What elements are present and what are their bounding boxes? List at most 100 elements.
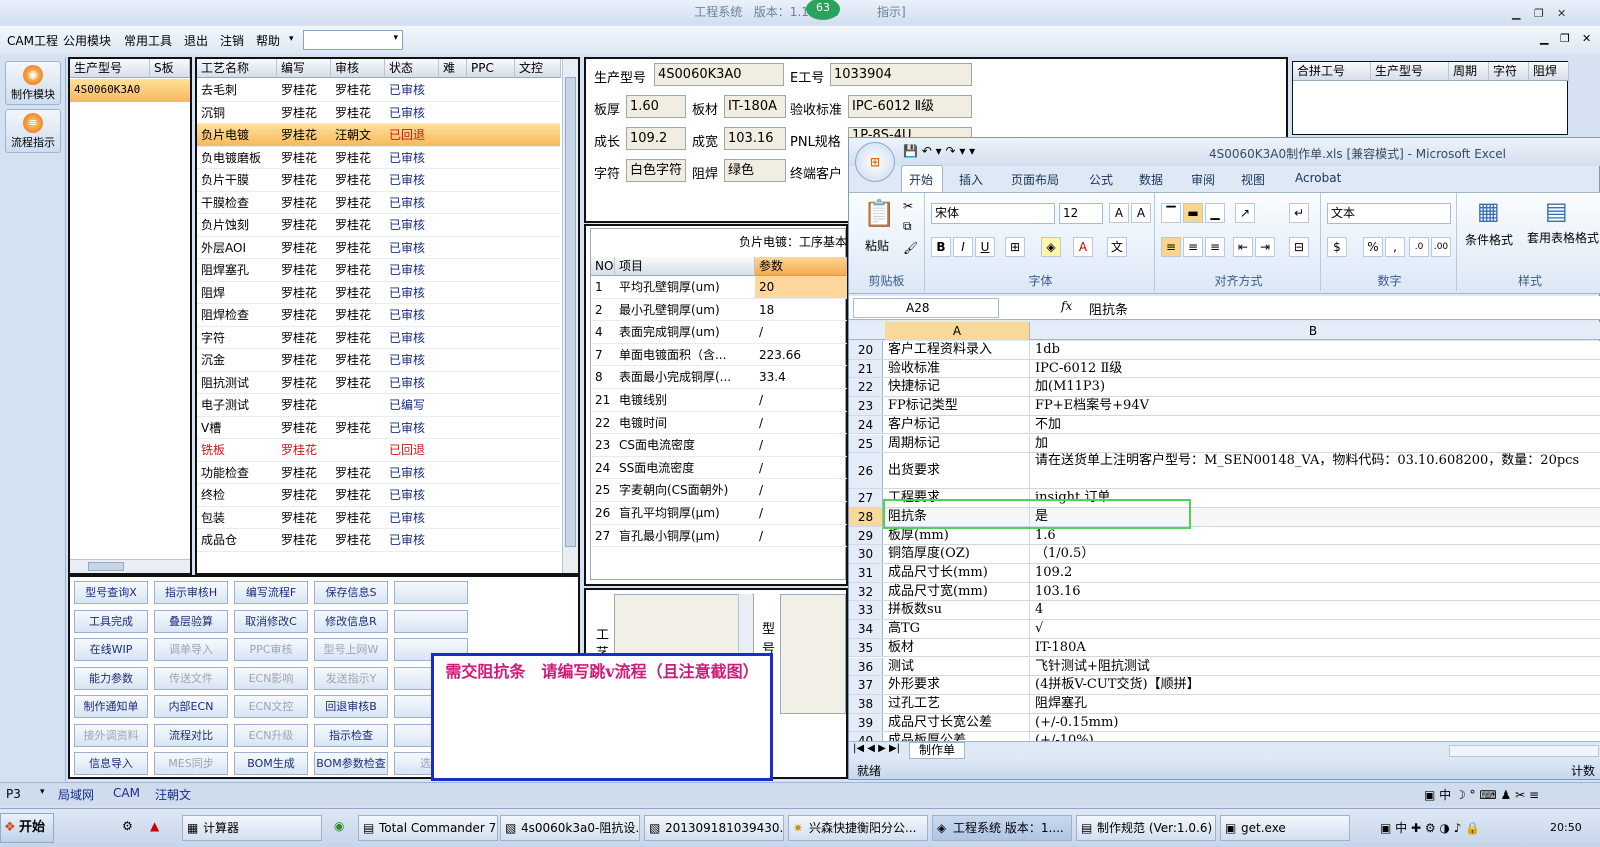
paste-icon[interactable]: 📋 bbox=[863, 199, 895, 229]
status-lan[interactable]: 局域网 bbox=[58, 786, 94, 803]
row-number[interactable]: 31 bbox=[849, 564, 883, 582]
conditional-format-label[interactable]: 条件格式 bbox=[1465, 231, 1513, 248]
border-icon[interactable]: ⊞ bbox=[1005, 237, 1025, 257]
quick-access-icons[interactable]: 💾 ↶ ▾ ↷ ▾ ▾ bbox=[903, 144, 975, 158]
cell-b[interactable]: FP+E档案号+94V bbox=[1033, 397, 1593, 415]
cell-b[interactable]: (+/-0.15mm) bbox=[1033, 714, 1593, 732]
sheet-row[interactable]: 40成品板厚公差(+/-10%) bbox=[849, 732, 1600, 741]
row-number[interactable]: 38 bbox=[849, 694, 883, 713]
browser-icon[interactable]: ◉ bbox=[334, 819, 344, 833]
mdi-restore-icon[interactable]: ❐ bbox=[1560, 32, 1570, 45]
param-row[interactable]: 21 电镀线别 / bbox=[591, 389, 847, 412]
mdi-close-icon[interactable]: ✕ bbox=[1582, 32, 1591, 45]
sheet-row[interactable]: 33 拼板数su 4 bbox=[849, 601, 1600, 621]
width-field[interactable]: 103.16 bbox=[724, 127, 786, 150]
task-getexe[interactable]: ▣ get.exe bbox=[1220, 815, 1350, 841]
start-button[interactable]: ❖ 开始 bbox=[0, 813, 54, 843]
cell-a[interactable]: 铜箔厚度(OZ) bbox=[885, 545, 1030, 563]
row-number[interactable]: 40 bbox=[849, 732, 883, 741]
decrease-decimal-icon[interactable]: .00 bbox=[1431, 237, 1451, 257]
close-icon[interactable]: ✕ bbox=[1557, 2, 1566, 26]
quicklaunch-icon[interactable]: ⚙ bbox=[122, 819, 133, 833]
row-number[interactable]: 36 bbox=[849, 657, 883, 676]
tab-layout[interactable]: 页面布局 bbox=[1011, 171, 1059, 188]
number-format-select[interactable]: 文本 bbox=[1327, 203, 1451, 224]
cell-a[interactable]: 出货要求 bbox=[885, 453, 1030, 489]
row-number[interactable]: 33 bbox=[849, 601, 883, 620]
cell-a[interactable]: 快捷标记 bbox=[885, 378, 1030, 397]
header-item[interactable]: 项目 bbox=[615, 257, 755, 276]
vertical-scrollbar[interactable] bbox=[562, 59, 578, 573]
table-row[interactable]: 沉金 罗桂花 罗桂花 已审核 bbox=[197, 349, 560, 372]
sheet-row[interactable]: 32 成品尺寸宽(mm) 103.16 bbox=[849, 582, 1600, 602]
table-row[interactable]: 去毛刺 罗桂花 罗桂花 已审核 bbox=[197, 79, 560, 102]
wrap-text-icon[interactable]: ↵ bbox=[1289, 203, 1309, 223]
cell-a[interactable]: 板材 bbox=[885, 638, 1030, 657]
table-row[interactable]: 沉铜 罗桂花 罗桂花 已审核 bbox=[197, 102, 560, 124]
tray-icons[interactable]: ▣ 中 ✚ ⚙ ◑ ♪ 🔒 bbox=[1380, 819, 1480, 836]
table-row[interactable]: 终检 罗桂花 罗桂花 已审核 bbox=[197, 484, 560, 507]
cell-b[interactable]: 加(M11P3) bbox=[1033, 378, 1593, 396]
task-totalcmd[interactable]: ▤ Total Commander 7.0... bbox=[358, 815, 498, 841]
indent-icon[interactable]: ⇥ bbox=[1255, 237, 1275, 257]
sheet-row[interactable]: 38 过孔工艺 阻焊塞孔 bbox=[849, 694, 1600, 714]
tab-view[interactable]: 视图 bbox=[1241, 171, 1265, 188]
table-row[interactable]: 包装 罗桂花 罗桂花 已审核 bbox=[197, 507, 560, 529]
function-icon[interactable]: fx bbox=[1061, 299, 1072, 313]
increase-decimal-icon[interactable]: .0 bbox=[1409, 237, 1429, 257]
action-button[interactable]: 调单导入 bbox=[154, 638, 228, 661]
align-top-icon[interactable]: ▔ bbox=[1161, 203, 1181, 223]
nav-flow-guide[interactable]: ≡ 流程指示 bbox=[5, 109, 61, 153]
table-row[interactable]: 阻焊 罗桂花 罗桂花 已审核 bbox=[197, 282, 560, 304]
table-format-icon[interactable]: ▤ bbox=[1545, 197, 1568, 225]
status-cam[interactable]: CAM bbox=[113, 786, 140, 800]
row-number[interactable]: 20 bbox=[849, 341, 883, 359]
font-color-icon[interactable]: A bbox=[1073, 237, 1093, 257]
tab-insert[interactable]: 插入 bbox=[959, 171, 983, 188]
row-number[interactable]: 30 bbox=[849, 545, 883, 563]
sheet-row[interactable]: 26 出货要求 请在送货单上注明客户型号：M_SEN00148_VA，物料代码：03… bbox=[849, 453, 1600, 490]
cell-a[interactable]: FP标记类型 bbox=[885, 397, 1030, 415]
param-row[interactable]: 8 表面最小完成铜厚(... 33.4 bbox=[591, 366, 847, 389]
align-bottom-icon[interactable]: ▁ bbox=[1205, 203, 1225, 223]
grow-font-icon[interactable]: A bbox=[1109, 203, 1129, 223]
cell-a[interactable]: 拼板数su bbox=[885, 601, 1030, 620]
sheet-row[interactable]: 29 板厚(mm) 1.6 bbox=[849, 526, 1600, 546]
excel-h-scrollbar[interactable] bbox=[1449, 745, 1599, 757]
table-row[interactable]: 功能检查 罗桂花 罗桂花 已审核 bbox=[197, 462, 560, 484]
cell-b[interactable]: IT-180A bbox=[1033, 639, 1593, 657]
row-number[interactable]: 21 bbox=[849, 359, 883, 378]
header-doc-control[interactable]: 文控 bbox=[515, 59, 561, 78]
header-writer[interactable]: 编写 bbox=[277, 59, 331, 78]
table-row[interactable]: 字符 罗桂花 罗桂花 已审核 bbox=[197, 327, 560, 349]
table-row[interactable]: 电子测试 罗桂花 已编写 bbox=[197, 394, 560, 417]
phonetic-icon[interactable]: 文 bbox=[1107, 237, 1127, 257]
row-number[interactable]: 35 bbox=[849, 638, 883, 657]
header-merge-cycle[interactable]: 周期 bbox=[1449, 62, 1489, 81]
cell-a[interactable]: 客户工程资料录入 bbox=[885, 341, 1030, 359]
cell-a[interactable]: 成品尺寸长宽公差 bbox=[885, 713, 1030, 732]
comma-icon[interactable]: , bbox=[1385, 237, 1405, 257]
header-param[interactable]: 参数 bbox=[755, 257, 847, 276]
action-button[interactable] bbox=[394, 581, 468, 604]
row-number[interactable]: 29 bbox=[849, 526, 883, 545]
action-button[interactable]: 修改信息R bbox=[314, 609, 388, 633]
row-number[interactable]: 23 bbox=[849, 397, 883, 415]
col-header-b[interactable]: B bbox=[1033, 322, 1593, 340]
tab-data[interactable]: 数据 bbox=[1139, 171, 1163, 188]
action-button[interactable]: 接外调资料 bbox=[74, 723, 148, 747]
merge-icon[interactable]: ⊟ bbox=[1289, 237, 1309, 257]
office-button-icon[interactable]: ⊞ bbox=[855, 142, 895, 182]
table-row[interactable]: 干膜检查 罗桂花 罗桂花 已审核 bbox=[197, 192, 560, 214]
outdent-icon[interactable]: ⇤ bbox=[1233, 237, 1253, 257]
action-button[interactable]: 内部ECN bbox=[154, 695, 228, 718]
param-row[interactable]: 25 字麦朝向(CS面朝外) / bbox=[591, 479, 847, 502]
cell-b[interactable]: IPC-6012 Ⅱ级 bbox=[1033, 360, 1593, 378]
format-painter-icon[interactable]: 🖌 bbox=[903, 241, 918, 255]
task-impedance[interactable]: ▧ 4s0060k3a0-阻抗设... bbox=[500, 815, 640, 841]
row-number[interactable]: 27 bbox=[849, 489, 883, 507]
menu-logout[interactable]: 注销 bbox=[220, 32, 244, 49]
percent-icon[interactable]: % bbox=[1363, 237, 1383, 257]
sheet-tab[interactable]: 制作单 bbox=[909, 742, 965, 759]
cell-b[interactable]: 4 bbox=[1033, 601, 1593, 619]
